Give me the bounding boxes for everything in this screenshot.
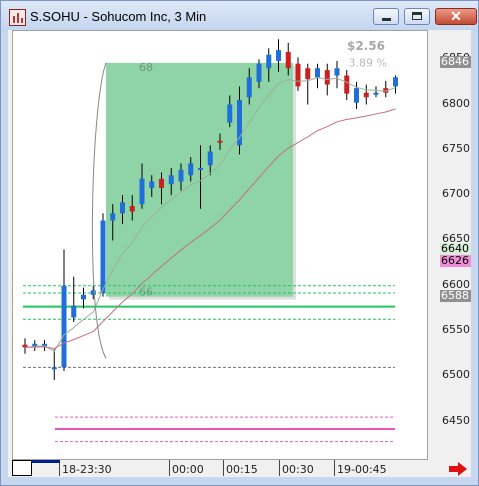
scroll-box[interactable] bbox=[12, 460, 32, 476]
time-tick-label: 00:00 bbox=[172, 463, 204, 476]
box-top-label: 68 bbox=[139, 61, 153, 74]
candle-body bbox=[51, 367, 57, 370]
candle-body bbox=[178, 169, 184, 182]
candle-body bbox=[129, 206, 135, 212]
candle-body bbox=[168, 175, 174, 185]
minimize-icon bbox=[382, 18, 391, 21]
price-tag: 6846 bbox=[440, 54, 471, 68]
time-tick-label: 19-00:45 bbox=[337, 463, 387, 476]
candle-body bbox=[266, 54, 272, 69]
candle-body bbox=[149, 181, 155, 188]
candle-body bbox=[71, 305, 77, 318]
scroll-position-bar[interactable] bbox=[32, 460, 60, 463]
candle-body bbox=[305, 68, 311, 80]
chart-plot-area[interactable]: 68 66 $2.56 3.89 % bbox=[12, 30, 428, 460]
price-tick-label: 6700 bbox=[442, 187, 470, 201]
candle-body bbox=[315, 68, 320, 78]
close-icon: ✕ bbox=[450, 8, 462, 24]
candle-body bbox=[324, 70, 330, 85]
candle-body bbox=[285, 51, 291, 69]
price-tag: 6588 bbox=[440, 288, 471, 302]
candle-body bbox=[334, 68, 340, 76]
time-tick-mark bbox=[223, 460, 224, 476]
time-tick-label: 00:30 bbox=[282, 463, 314, 476]
candle-body bbox=[256, 63, 262, 82]
candle-body bbox=[246, 77, 252, 98]
candle-body bbox=[81, 294, 86, 300]
candle-body bbox=[363, 92, 369, 98]
change-label: $2.56 bbox=[347, 39, 385, 53]
time-tick-mark bbox=[334, 460, 335, 476]
candle-body bbox=[61, 285, 67, 368]
candle-body bbox=[139, 178, 145, 205]
change-percent-label: 3.89 % bbox=[349, 56, 387, 69]
minimize-button[interactable] bbox=[373, 8, 399, 25]
close-button[interactable]: ✕ bbox=[435, 8, 477, 25]
time-tick-label: 00:15 bbox=[226, 463, 258, 476]
candle-body bbox=[373, 92, 379, 95]
price-tag: 6626 bbox=[440, 254, 471, 268]
candle-body bbox=[120, 202, 125, 214]
shaded-range-box bbox=[106, 62, 293, 297]
price-tick-label: 6750 bbox=[442, 141, 470, 155]
chart-app-icon bbox=[9, 9, 26, 26]
scroll-right-arrow-icon[interactable] bbox=[449, 462, 467, 476]
candle-body bbox=[217, 140, 223, 143]
candle-body bbox=[110, 213, 116, 221]
price-tick-label: 6800 bbox=[442, 96, 470, 110]
candle-body bbox=[295, 63, 301, 87]
title-bar[interactable]: S.SOHU - Sohucom Inc, 3 Min ✕ bbox=[1, 1, 478, 31]
price-tick-label: 6500 bbox=[442, 368, 470, 382]
candle-body bbox=[100, 220, 106, 294]
candle-body bbox=[354, 88, 359, 103]
candle-body bbox=[227, 104, 233, 123]
candle-body bbox=[159, 178, 164, 188]
candlestick-chart: 68 66 $2.56 3.89 % bbox=[22, 39, 398, 443]
candle-body bbox=[188, 163, 194, 176]
maximize-icon bbox=[412, 12, 422, 20]
maximize-button[interactable] bbox=[404, 8, 430, 25]
candle-body bbox=[207, 151, 213, 166]
box-bottom-label: 66 bbox=[139, 286, 153, 299]
candle-body bbox=[90, 290, 96, 295]
bollinger-curve bbox=[91, 62, 107, 359]
price-tag: 6640 bbox=[440, 241, 471, 255]
window-title: S.SOHU - Sohucom Inc, 3 Min bbox=[30, 9, 207, 24]
candle-body bbox=[276, 50, 281, 62]
price-tick-label: 6450 bbox=[442, 413, 470, 427]
time-tick-mark bbox=[279, 460, 280, 476]
price-tick-label: 6550 bbox=[442, 323, 470, 337]
candle-body bbox=[198, 167, 203, 170]
candle-body bbox=[237, 99, 242, 146]
candle-body bbox=[393, 77, 398, 87]
time-tick-label: 18-23:30 bbox=[62, 463, 112, 476]
time-tick-mark bbox=[169, 460, 170, 476]
candle-body bbox=[344, 75, 350, 94]
